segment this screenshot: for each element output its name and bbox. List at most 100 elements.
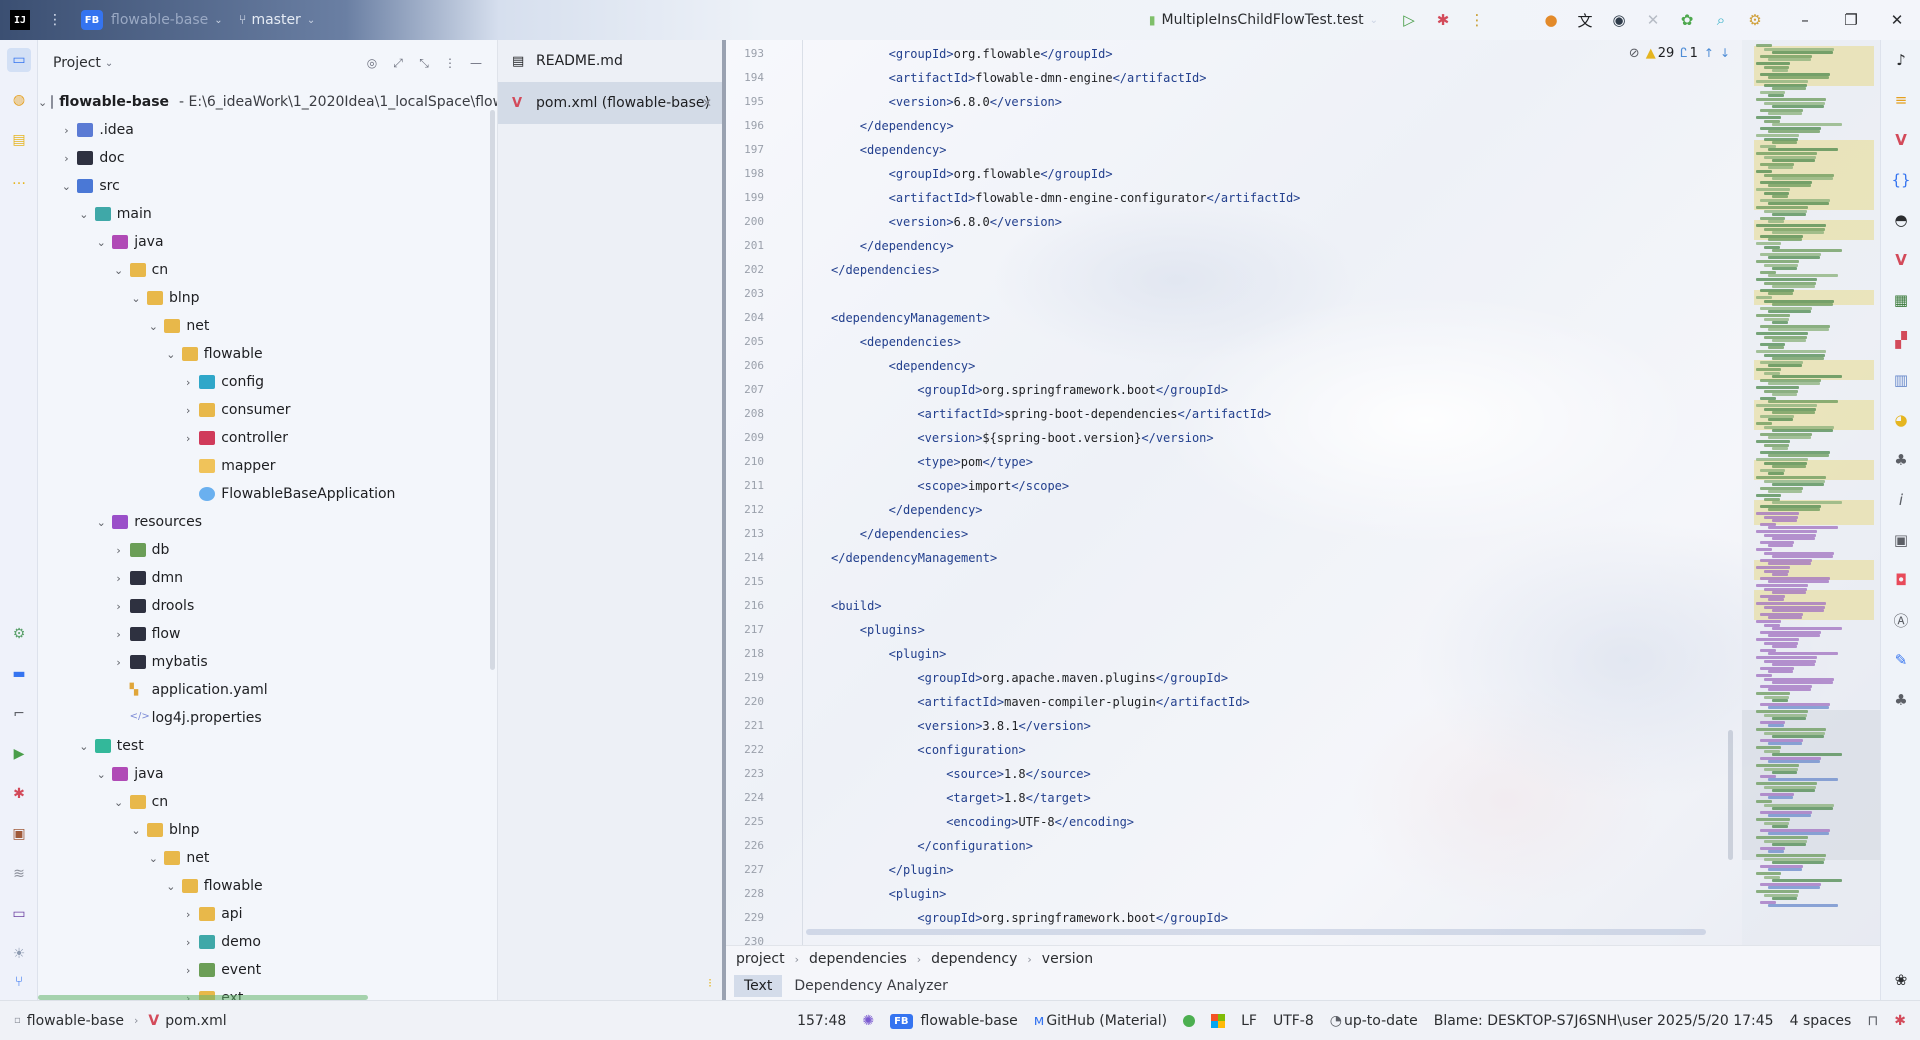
maven-tool-icon[interactable]: V xyxy=(1889,248,1913,272)
tree-item-blnp[interactable]: ⌄ blnp xyxy=(38,284,497,312)
chevron-right-icon[interactable]: › xyxy=(59,152,73,165)
code-line[interactable]: <dependencyManagement> xyxy=(831,306,990,330)
tree-item-net[interactable]: ⌄ net xyxy=(38,312,497,340)
notifications-icon[interactable]: ♪ xyxy=(1889,48,1913,72)
restore-button[interactable]: ❐ xyxy=(1828,0,1874,40)
problems-icon[interactable]: ☀ xyxy=(7,942,31,966)
code-line[interactable]: <groupId>org.apache.maven.plugins</group… xyxy=(917,666,1228,690)
tree-item-mybatis[interactable]: › mybatis xyxy=(38,648,497,676)
run-icon[interactable]: ▷ xyxy=(1392,3,1426,37)
expand-all-icon[interactable]: ⤢ xyxy=(385,50,411,76)
chevron-right-icon[interactable]: › xyxy=(112,628,126,641)
line-number[interactable]: 213 xyxy=(726,522,764,546)
tree-item-cn[interactable]: ⌄ cn xyxy=(38,256,497,284)
chevron-right-icon[interactable]: › xyxy=(112,600,126,613)
run-tool-icon[interactable]: ▶ xyxy=(7,742,31,766)
git-blame[interactable]: Blame: DESKTOP-S7J6SNH\user 2025/5/20 17… xyxy=(1434,1013,1774,1029)
chevron-right-icon[interactable]: › xyxy=(181,432,195,445)
chevron-down-icon[interactable]: ⌄ xyxy=(129,824,143,837)
edit-icon[interactable]: ✎ xyxy=(1889,648,1913,672)
line-number[interactable]: 201 xyxy=(726,234,764,258)
line-number[interactable]: 224 xyxy=(726,786,764,810)
line-number[interactable]: 223 xyxy=(726,762,764,786)
code-line[interactable]: <plugin> xyxy=(889,882,947,906)
tree-item-net[interactable]: ⌄ net xyxy=(38,844,497,872)
line-number[interactable]: 215 xyxy=(726,570,764,594)
line-number[interactable]: 228 xyxy=(726,882,764,906)
line-number[interactable]: 197 xyxy=(726,138,764,162)
code-line[interactable]: <version>${spring-boot.version}</version… xyxy=(917,426,1213,450)
tree-item-event[interactable]: › event xyxy=(38,956,497,984)
code-line[interactable]: <configuration> xyxy=(917,738,1025,762)
chevron-down-icon[interactable]: ⌄ xyxy=(105,58,113,69)
code-minimap[interactable] xyxy=(1742,40,1880,945)
project-badge[interactable]: FB xyxy=(81,10,103,30)
chevron-right-icon[interactable]: › xyxy=(112,572,126,585)
more-icon[interactable]: ⋮ xyxy=(1460,3,1494,37)
next-highlight-icon[interactable]: ↓ xyxy=(1720,46,1730,60)
maven-icon[interactable]: V xyxy=(1889,128,1913,152)
options-icon[interactable]: ⋮ xyxy=(437,50,463,76)
line-number[interactable]: 207 xyxy=(726,378,764,402)
tree-item-cn[interactable]: ⌄ cn xyxy=(38,788,497,816)
line-number[interactable]: 209 xyxy=(726,426,764,450)
status-project[interactable]: flowable-base xyxy=(921,1013,1018,1029)
chevron-down-icon[interactable]: ⌄ xyxy=(146,852,160,865)
code-line[interactable]: <plugin> xyxy=(889,642,947,666)
code-line[interactable]: <version>6.8.0</version> xyxy=(889,90,1062,114)
tree-item-resources[interactable]: ⌄ resources xyxy=(38,508,497,536)
line-number[interactable]: 205 xyxy=(726,330,764,354)
reader-mode-icon[interactable]: ⊘ xyxy=(1629,46,1640,61)
chevron-right-icon[interactable]: › xyxy=(181,964,195,977)
project-view-selector[interactable]: Project xyxy=(53,55,101,71)
tree-item-flow[interactable]: › flow xyxy=(38,620,497,648)
info-icon[interactable]: i xyxy=(1889,488,1913,512)
tab-text[interactable]: Text xyxy=(734,974,783,997)
select-opened-file-icon[interactable]: ◎ xyxy=(359,50,385,76)
breadcrumb-item-version[interactable]: version xyxy=(1042,951,1093,967)
line-number[interactable]: 216 xyxy=(726,594,764,618)
inspections-widget[interactable]: ⊘ ▲ 29 Ꮭ 1 ↑ ↓ xyxy=(1623,43,1730,63)
status-path-project[interactable]: flowable-base xyxy=(27,1013,124,1029)
chevron-right-icon[interactable]: › xyxy=(181,908,195,921)
tree-item-java[interactable]: ⌄ java xyxy=(38,760,497,788)
chevron-down-icon[interactable]: ⌄ xyxy=(38,96,47,109)
line-number[interactable]: 203 xyxy=(726,282,764,306)
line-separator[interactable]: LF xyxy=(1241,1013,1257,1029)
editor-vertical-scrollbar[interactable] xyxy=(1728,730,1733,860)
tree-item-demo[interactable]: › demo xyxy=(38,928,497,956)
comments-icon[interactable]: ▬ xyxy=(7,662,31,686)
intellij-logo-icon[interactable]: IJ xyxy=(10,10,30,30)
tree-item-controller[interactable]: › controller xyxy=(38,424,497,452)
line-number[interactable]: 196 xyxy=(726,114,764,138)
settings-icon[interactable]: ⚙ xyxy=(1738,3,1772,37)
code-line[interactable]: <artifactId>spring-boot-dependencies</ar… xyxy=(917,402,1271,426)
github-copilot-icon[interactable]: ◓ xyxy=(1889,208,1913,232)
pocket-icon[interactable]: ◘ xyxy=(1889,568,1913,592)
main-menu-icon[interactable]: ⋮ xyxy=(48,12,63,28)
hide-panel-icon[interactable]: — xyxy=(463,50,489,76)
code-line[interactable]: <dependency> xyxy=(889,354,976,378)
line-number[interactable]: 227 xyxy=(726,858,764,882)
line-number[interactable]: 199 xyxy=(726,186,764,210)
tree-item-log4j-properties[interactable]: </> log4j.properties xyxy=(38,704,497,732)
code-line[interactable]: <plugins> xyxy=(860,618,925,642)
chevron-right-icon[interactable]: › xyxy=(59,124,73,137)
status-indicator-icon[interactable] xyxy=(1183,1015,1196,1027)
chevron-down-icon[interactable]: ⌄ xyxy=(307,15,315,26)
line-number[interactable]: 210 xyxy=(726,450,764,474)
tree-item-dmn[interactable]: › dmn xyxy=(38,564,497,592)
tree-item-consumer[interactable]: › consumer xyxy=(38,396,497,424)
code-line[interactable]: <source>1.8</source> xyxy=(946,762,1091,786)
line-number[interactable]: 219 xyxy=(726,666,764,690)
indent-setting[interactable]: 4 spaces xyxy=(1790,1013,1852,1029)
windows-icon[interactable] xyxy=(1211,1014,1226,1028)
database-tool-icon[interactable]: ▣ xyxy=(7,822,31,846)
code-line[interactable]: <artifactId>flowable-dmn-engine</artifac… xyxy=(889,66,1207,90)
line-number[interactable]: 198 xyxy=(726,162,764,186)
code-line[interactable]: <dependency> xyxy=(860,138,947,162)
ai-bug-icon[interactable]: ✱ xyxy=(1894,1013,1906,1029)
line-number[interactable]: 222 xyxy=(726,738,764,762)
line-number[interactable]: 225 xyxy=(726,810,764,834)
chevron-down-icon[interactable]: ⌄ xyxy=(94,516,108,529)
